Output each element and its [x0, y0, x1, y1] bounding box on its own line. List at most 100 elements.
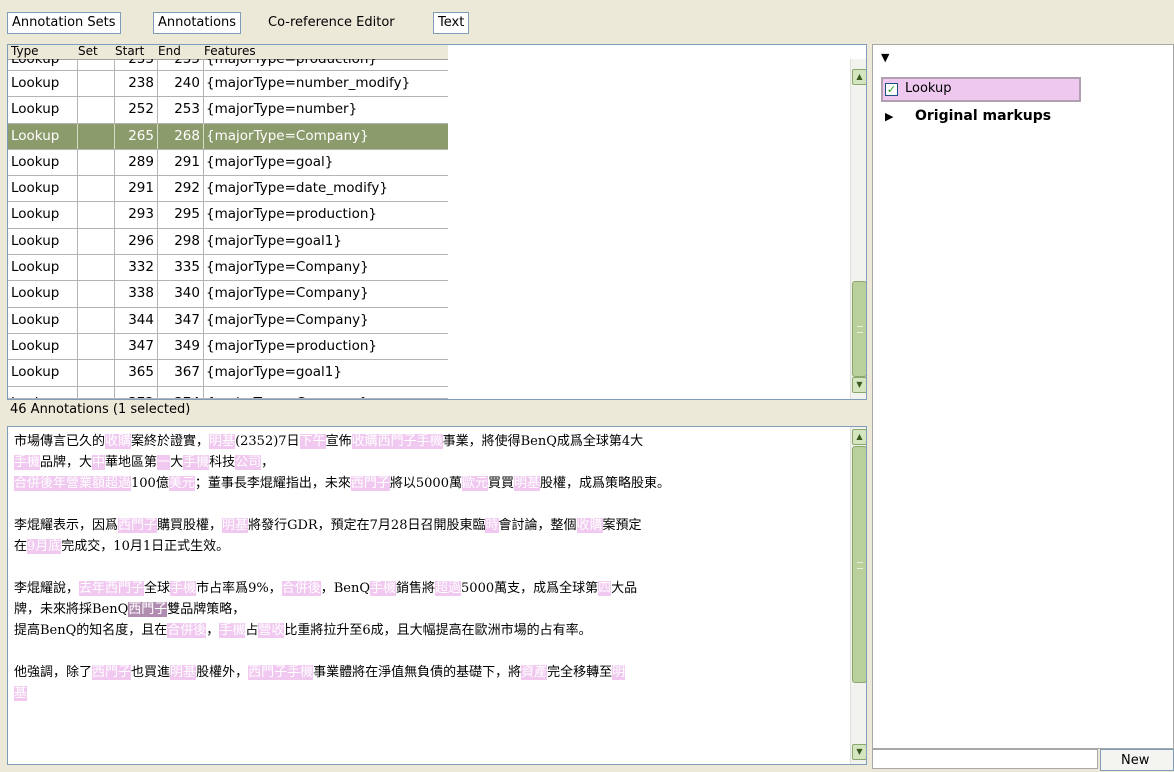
annotation-highlight[interactable]: 基 — [14, 686, 28, 701]
annotation-highlight[interactable]: 時 — [485, 518, 499, 533]
annotation-highlight[interactable]: 營收 — [258, 623, 285, 638]
table-row[interactable]: Lookup 344 347 {majorType=Company} — [8, 307, 448, 334]
annotation-highlight[interactable]: 明基 — [514, 476, 541, 491]
text-segment: 品牌，大 — [40, 455, 93, 470]
table-row[interactable]: Lookup 291 292 {majorType=date_modify} — [8, 176, 448, 203]
coref-editor-toggle[interactable]: Co-reference Editor — [263, 12, 400, 34]
annotation-highlight[interactable]: 中 — [92, 455, 106, 470]
cell-features: {majorType=Company} — [206, 285, 369, 302]
column-header-type[interactable]: Type — [11, 45, 39, 58]
table-header: Type Set Start End Features — [8, 45, 448, 60]
checkbox-checked-icon[interactable]: ✓ — [885, 83, 898, 96]
collapsed-triangle-icon[interactable]: ▶ — [885, 110, 893, 123]
table-row[interactable]: Lookup 332 335 {majorType=Company} — [8, 255, 448, 282]
table-row[interactable]: Lookup 293 295 {majorType=production} — [8, 202, 448, 229]
text-segment: 李焜耀表示，因爲 — [14, 518, 119, 533]
annotations-toggle[interactable]: Annotations — [153, 12, 242, 34]
annotation-highlight[interactable]: 9月底 — [27, 539, 62, 554]
text-segment: ， — [261, 455, 275, 470]
annotation-highlight[interactable]: 明基 — [170, 665, 197, 680]
cell-start: 238 — [115, 71, 158, 97]
text-segment: 市占率爲9%， — [196, 581, 282, 596]
column-header-set[interactable]: Set — [78, 45, 98, 58]
annotation-highlight[interactable]: 手機 — [369, 581, 396, 596]
annotation-highlight[interactable]: 歐元 — [461, 476, 488, 491]
annotation-highlight[interactable]: 合併後 — [281, 581, 321, 596]
table-row[interactable]: Lookup 365 367 {majorType=goal1} — [8, 360, 448, 387]
table-row[interactable]: Lookup 338 340 {majorType=Company} — [8, 281, 448, 308]
cell-end: 367 — [158, 360, 204, 386]
cell-end: 268 — [158, 123, 204, 149]
scroll-up-icon[interactable]: ▲ — [852, 69, 866, 85]
scroll-down-icon[interactable]: ▼ — [852, 744, 866, 760]
annotation-highlight[interactable]: 手機 — [183, 455, 210, 470]
annotation-highlight[interactable]: 收購 — [105, 434, 132, 449]
annotation-highlight[interactable]: 西門子 — [92, 665, 132, 680]
cell-features: {majorType=goal} — [206, 153, 334, 170]
text-segment: 他強調，除了 — [14, 665, 93, 680]
annotation-highlight[interactable]: 西門子 — [118, 518, 158, 533]
cell-features: {majorType=production} — [206, 59, 377, 67]
annotation-type-lookup[interactable]: ✓ Lookup — [881, 77, 1081, 102]
new-set-button[interactable]: New — [1100, 749, 1174, 771]
cell-features: {majorType=Company} — [206, 259, 369, 276]
scroll-up-icon[interactable]: ▲ — [852, 429, 866, 445]
column-header-end[interactable]: End — [158, 45, 181, 58]
column-header-features[interactable]: Features — [204, 45, 256, 58]
new-set-name-input[interactable] — [872, 749, 1098, 769]
selected-annotation-highlight[interactable]: 西門子 — [128, 602, 168, 617]
annotation-highlight[interactable]: 一 — [157, 455, 171, 470]
annotation-highlight[interactable]: 公司 — [235, 455, 262, 470]
scroll-thumb[interactable] — [852, 281, 866, 377]
annotation-highlight[interactable]: 明基 — [209, 434, 236, 449]
cell-start: 293 — [115, 202, 158, 228]
table-row[interactable]: Lookup 296 298 {majorType=goal1} — [8, 228, 448, 256]
table-row[interactable]: Lookup 233 235 {majorType=production} — [8, 59, 448, 71]
table-row[interactable]: Lookup 238 240 {majorType=number_modify} — [8, 71, 448, 98]
annotation-count-status: 46 Annotations (1 selected) — [10, 402, 191, 417]
annotation-highlight[interactable]: 美元 — [168, 476, 195, 491]
document-text[interactable]: 市場傳言已久的收購案終於證實，明基(2352)7日下午宣佈收購西門子手機事業，將… — [14, 431, 844, 704]
text-segment: 將發行GDR，預定在7月28日召開股東臨 — [248, 518, 486, 533]
cell-features: {majorType=Company} — [206, 311, 369, 328]
annotation-highlight[interactable]: 四 — [598, 581, 612, 596]
cell-start: 332 — [115, 255, 158, 281]
annotation-highlight[interactable]: 收購西門子手機 — [351, 434, 443, 449]
annotation-highlight[interactable]: 去年西門子 — [79, 581, 145, 596]
cell-start: 296 — [115, 228, 158, 255]
table-row[interactable]: Lookup 372374{majorType=Company} — [8, 386, 448, 399]
text-vertical-scrollbar[interactable]: ▲ ▼ — [850, 427, 866, 764]
annotation-highlight[interactable]: 收購 — [576, 518, 603, 533]
annotation-highlight[interactable]: 資產 — [521, 665, 548, 680]
table-row[interactable]: Lookup 347 349 {majorType=production} — [8, 333, 448, 361]
text-toggle[interactable]: Text — [433, 12, 470, 34]
table-row[interactable]: Lookup 252 253 {majorType=number} — [8, 97, 448, 124]
table-vertical-scrollbar[interactable]: ▲ ▼ — [850, 59, 866, 399]
cell-features: {majorType=goal1} — [206, 232, 342, 249]
original-markups-set[interactable]: Original markups — [915, 108, 1051, 124]
table-row[interactable]: Lookup 289 291 {majorType=goal} — [8, 149, 448, 177]
cell-set — [78, 71, 115, 97]
annotation-highlight[interactable]: 手機 — [14, 455, 41, 470]
annotation-highlight[interactable]: 下午 — [299, 434, 326, 449]
scroll-thumb[interactable] — [852, 446, 866, 683]
annotation-highlight[interactable]: 超過 — [435, 581, 462, 596]
annotation-highlight[interactable]: 明基 — [222, 518, 249, 533]
text-segment: ；董事長李焜耀指出，未來 — [194, 476, 351, 491]
cell-set — [78, 255, 115, 281]
expanded-triangle-icon[interactable]: ▼ — [881, 51, 889, 64]
text-segment: 5000萬支，成爲全球第 — [461, 581, 599, 596]
text-segment: 市場傳言已久的 — [14, 434, 106, 449]
annotation-highlight[interactable]: 合併後年營業額超過 — [14, 476, 132, 491]
scroll-down-icon[interactable]: ▼ — [852, 377, 866, 393]
annotation-sets-toggle[interactable]: Annotation Sets — [7, 12, 121, 34]
column-header-start[interactable]: Start — [115, 45, 144, 58]
annotation-highlight[interactable]: 手機 — [170, 581, 197, 596]
annotation-highlight[interactable]: 明 — [612, 665, 626, 680]
cell-end: 240 — [158, 71, 204, 97]
annotation-highlight[interactable]: 手機 — [219, 623, 246, 638]
annotation-highlight[interactable]: 西門子 — [350, 476, 390, 491]
annotation-highlight[interactable]: 合併後 — [167, 623, 207, 638]
annotation-highlight[interactable]: 西門子手機 — [248, 665, 314, 680]
table-row[interactable]: Lookup 265 268 {majorType=Company} — [8, 123, 448, 150]
